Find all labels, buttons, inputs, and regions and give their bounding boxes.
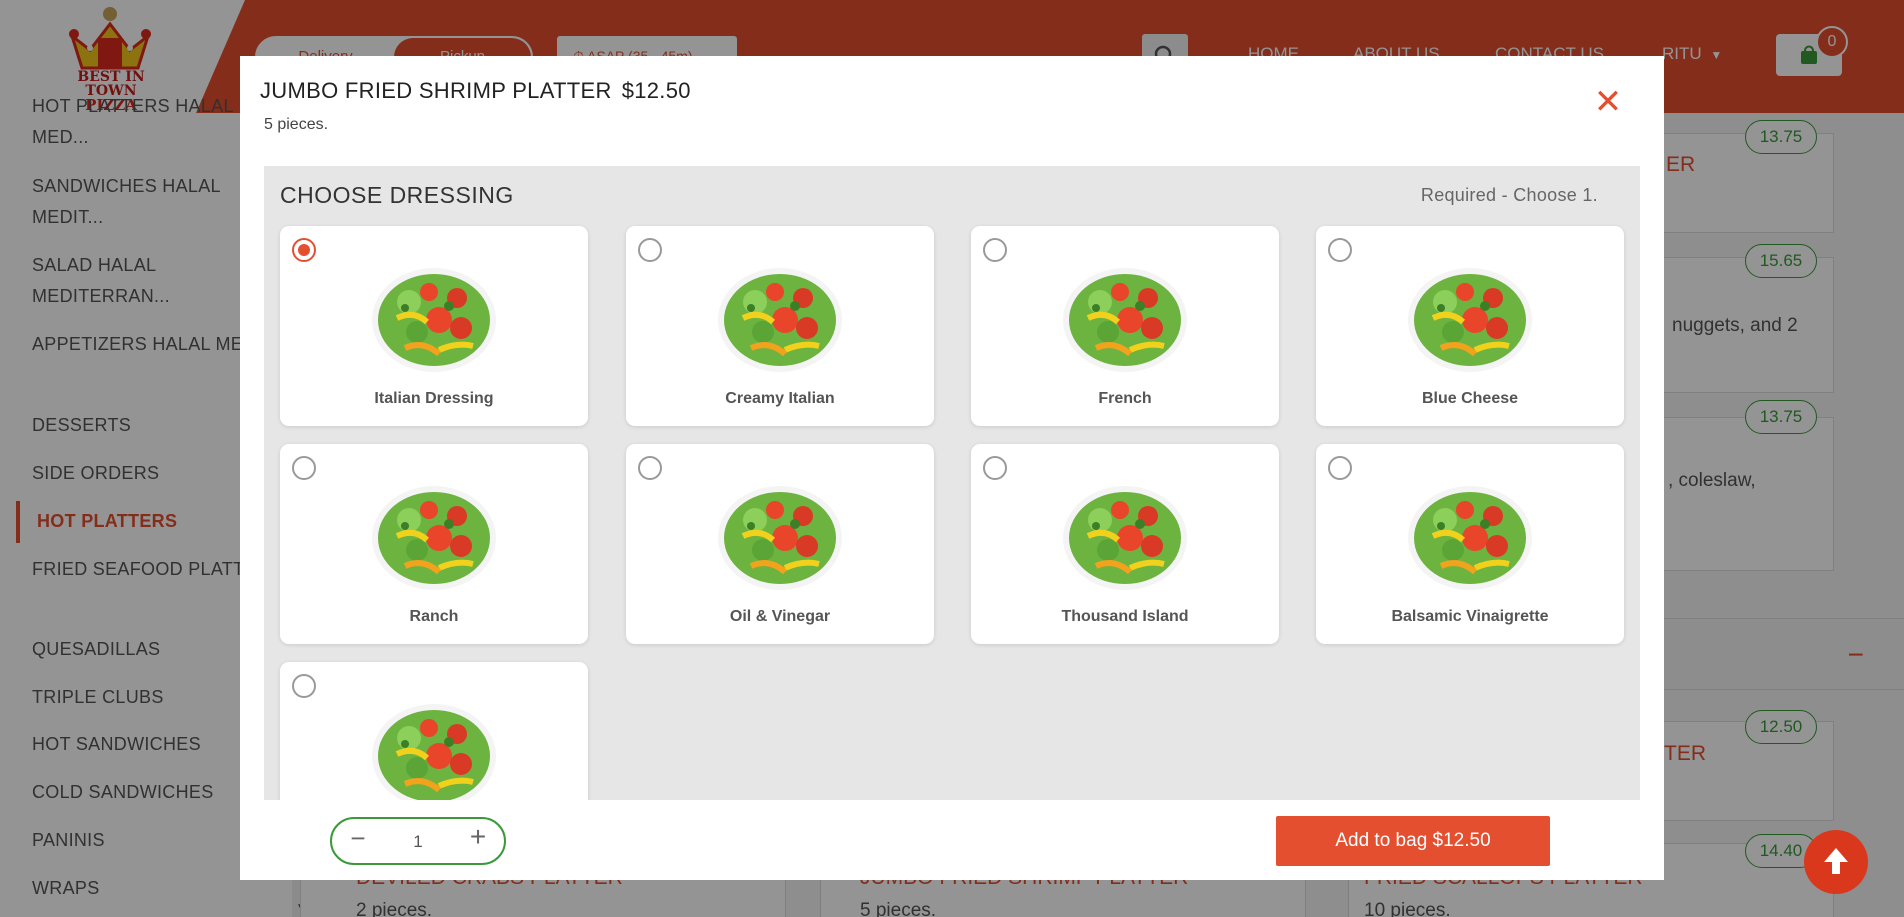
scroll-to-top-button[interactable]: [1804, 830, 1868, 894]
dressing-option-balsamic[interactable]: Balsamic Vinaigrette: [1316, 444, 1624, 644]
dressing-option-italian[interactable]: Italian Dressing: [280, 226, 588, 426]
radio-button[interactable]: [292, 456, 316, 480]
quantity-value[interactable]: 1: [398, 832, 438, 852]
option-label: Creamy Italian: [725, 390, 835, 407]
item-description: 5 pieces.: [264, 116, 329, 133]
option-label: French: [1098, 390, 1152, 407]
item-options-modal: JUMBO FRIED SHRIMP PLATTER $12.50 5 piece…: [240, 56, 1664, 880]
option-label: Balsamic Vinaigrette: [1391, 608, 1549, 625]
dressing-option-thousand-island[interactable]: Thousand Island: [971, 444, 1279, 644]
item-name: JUMBO FRIED SHRIMP PLATTER: [260, 78, 612, 103]
radio-button[interactable]: [638, 238, 662, 262]
radio-button[interactable]: [292, 238, 316, 262]
add-to-bag-button[interactable]: Add to bag $12.50: [1276, 816, 1550, 866]
salad-image: [1405, 262, 1535, 374]
option-label: Italian Dressing: [374, 390, 494, 407]
dressing-option-french[interactable]: French: [971, 226, 1279, 426]
option-group-requirement: Required - Choose 1.: [1420, 185, 1598, 205]
radio-button[interactable]: [292, 674, 316, 698]
dressing-option-creamy-italian[interactable]: Creamy Italian: [626, 226, 934, 426]
option-group-title: CHOOSE DRESSING: [280, 182, 514, 208]
option-label: Blue Cheese: [1421, 390, 1519, 407]
salad-image: [369, 262, 499, 374]
close-icon[interactable]: ✕: [1588, 82, 1628, 122]
decrease-quantity-button[interactable]: −: [346, 823, 370, 854]
salad-image: [1405, 480, 1535, 592]
radio-button[interactable]: [638, 456, 662, 480]
dressing-option-oil-vinegar[interactable]: Oil & Vinegar: [626, 444, 934, 644]
salad-image: [1060, 262, 1190, 374]
quantity-stepper: − 1 +: [330, 817, 506, 865]
dressing-option-blue-cheese[interactable]: Blue Cheese: [1316, 226, 1624, 426]
salad-image: [1060, 480, 1190, 592]
option-label: Thousand Island: [1061, 608, 1189, 625]
dressing-option-9[interactable]: [280, 662, 588, 800]
radio-button[interactable]: [1328, 238, 1352, 262]
salad-image: [369, 698, 499, 800]
dressing-option-group: CHOOSE DRESSING Required - Choose 1. Ita…: [264, 166, 1640, 800]
item-price: $12.50: [621, 78, 691, 103]
option-label: Oil & Vinegar: [729, 608, 831, 625]
arrow-up-icon: [1824, 848, 1848, 874]
dressing-option-ranch[interactable]: Ranch: [280, 444, 588, 644]
option-label: Ranch: [409, 608, 459, 625]
modal-title: JUMBO FRIED SHRIMP PLATTER $12.50: [260, 78, 691, 104]
salad-image: [369, 480, 499, 592]
radio-button[interactable]: [1328, 456, 1352, 480]
salad-image: [715, 480, 845, 592]
increase-quantity-button[interactable]: +: [466, 821, 490, 853]
radio-button[interactable]: [983, 456, 1007, 480]
salad-image: [715, 262, 845, 374]
radio-button[interactable]: [983, 238, 1007, 262]
